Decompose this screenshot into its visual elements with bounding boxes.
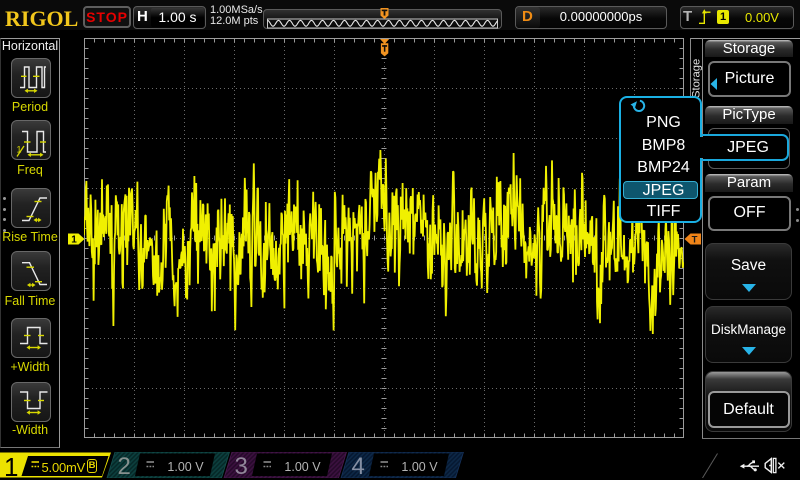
svg-text:T: T: [692, 234, 698, 245]
svg-text:1: 1: [71, 234, 77, 244]
svg-text:Storage: Storage: [691, 59, 703, 98]
